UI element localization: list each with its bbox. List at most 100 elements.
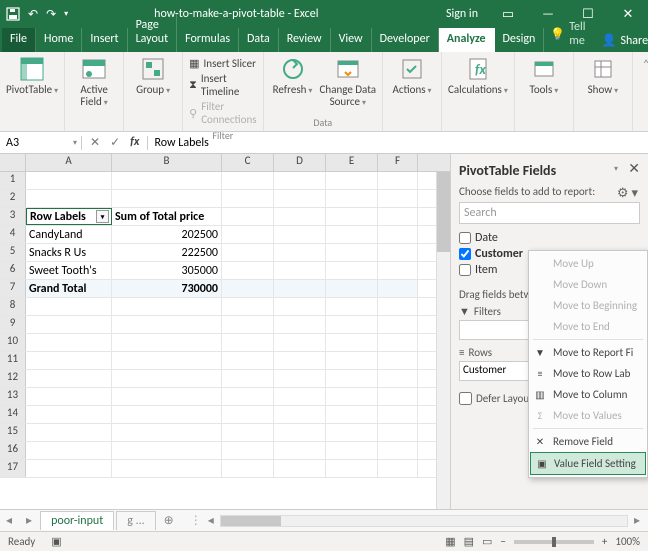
tools-button[interactable]: Tools: [521, 56, 567, 96]
scroll-left-icon[interactable]: ◂: [208, 513, 214, 528]
tab-insert[interactable]: Insert: [82, 28, 127, 52]
col-header-f[interactable]: F: [378, 154, 418, 171]
active-field-button[interactable]: Active Field: [71, 56, 117, 108]
tab-formulas[interactable]: Formulas: [177, 28, 239, 52]
filter-dropdown-icon[interactable]: ▾: [96, 210, 109, 223]
undo-icon[interactable]: ↶: [28, 7, 38, 22]
tab-review[interactable]: Review: [279, 28, 331, 52]
show-button[interactable]: Show: [580, 56, 626, 96]
redo-icon[interactable]: ↷: [46, 7, 56, 22]
sheet-tab[interactable]: g ...: [116, 511, 155, 530]
panel-caret-icon[interactable]: ▾: [614, 164, 618, 174]
zoom-level[interactable]: 100%: [615, 535, 640, 548]
tab-view[interactable]: View: [331, 28, 372, 52]
tellme[interactable]: 💡Tell me: [544, 16, 591, 52]
col-header-a[interactable]: A: [26, 154, 112, 171]
menu-move-down[interactable]: Move Down: [529, 274, 647, 295]
row-header[interactable]: 3: [0, 208, 26, 225]
zoom-slider[interactable]: [514, 540, 594, 544]
split-handle[interactable]: ⋮: [190, 513, 202, 528]
col-header-e[interactable]: E: [326, 154, 378, 171]
cell[interactable]: 305000: [112, 262, 222, 279]
lightbulb-icon: 💡: [550, 27, 565, 42]
cell[interactable]: CandyLand: [26, 226, 112, 243]
cell-sum-header[interactable]: Sum of Total price: [112, 208, 222, 225]
menu-move-beginning[interactable]: Move to Beginning: [529, 295, 647, 316]
signin-link[interactable]: Sign in: [436, 7, 488, 21]
row-header[interactable]: 1: [0, 172, 26, 189]
col-header-b[interactable]: B: [112, 154, 222, 171]
accept-formula-icon[interactable]: ✓: [110, 135, 120, 150]
cell[interactable]: 222500: [112, 244, 222, 261]
field-search-input[interactable]: Search: [459, 202, 640, 224]
menu-move-column-labels[interactable]: ▥Move to Column: [529, 384, 647, 405]
sheet-nav-prev[interactable]: ◂: [0, 513, 18, 528]
select-all-corner[interactable]: [0, 154, 26, 171]
tab-page-layout[interactable]: Page Layout: [128, 14, 178, 52]
cell[interactable]: Snacks R Us: [26, 244, 112, 261]
name-box[interactable]: A3▾: [0, 136, 82, 150]
row-header[interactable]: 7: [0, 280, 26, 297]
cell[interactable]: Sweet Tooth's: [26, 262, 112, 279]
qat-caret-icon[interactable]: ▾: [64, 9, 68, 19]
tab-developer[interactable]: Developer: [372, 28, 439, 52]
change-data-source-button[interactable]: Change Data Source: [320, 56, 377, 108]
tab-data[interactable]: Data: [239, 28, 279, 52]
macro-record-icon[interactable]: ▣: [51, 535, 61, 548]
menu-move-report-filter[interactable]: ▼Move to Report Fi: [529, 342, 647, 363]
close-panel-icon[interactable]: ✕: [628, 160, 640, 177]
insert-timeline-button[interactable]: ⧗Insert Timeline: [189, 71, 256, 99]
view-page-break-icon[interactable]: ▭: [482, 535, 492, 548]
col-header-c[interactable]: C: [222, 154, 274, 171]
formula-bar[interactable]: Row Labels: [147, 136, 648, 150]
col-header-d[interactable]: D: [274, 154, 326, 171]
group-button[interactable]: Group: [130, 56, 176, 96]
rows-icon: ≡: [459, 346, 464, 359]
fx-icon[interactable]: fx: [130, 135, 139, 150]
row-header[interactable]: 6: [0, 262, 26, 279]
save-icon[interactable]: [6, 7, 20, 21]
vertical-scrollbar[interactable]: [436, 172, 450, 509]
view-page-layout-icon[interactable]: ▤: [464, 535, 474, 548]
collapse-ribbon-icon[interactable]: ˄: [633, 52, 648, 131]
row-header[interactable]: 4: [0, 226, 26, 243]
menu-move-values[interactable]: ΣMove to Values: [529, 405, 647, 426]
view-normal-icon[interactable]: ▦: [445, 535, 455, 548]
sheet-tab[interactable]: poor-input: [40, 511, 114, 530]
actions-button[interactable]: Actions: [389, 56, 435, 96]
close-icon[interactable]: ✕: [608, 7, 648, 22]
horizontal-scrollbar[interactable]: [220, 515, 628, 527]
filter-icon: ▼: [459, 305, 470, 318]
cell[interactable]: 730000: [112, 280, 222, 297]
gear-icon[interactable]: ⚙ ▾: [617, 186, 638, 201]
cancel-formula-icon[interactable]: ✕: [90, 135, 100, 150]
tab-design[interactable]: Design: [495, 28, 545, 52]
cell-row-labels[interactable]: Row Labels▾: [26, 208, 112, 225]
tab-home[interactable]: Home: [36, 28, 82, 52]
field-date[interactable]: Date: [459, 230, 640, 246]
insert-slicer-button[interactable]: ▦Insert Slicer: [189, 56, 256, 71]
menu-value-field-settings[interactable]: ▣Value Field Setting: [530, 452, 646, 475]
zoom-out-icon[interactable]: −: [500, 535, 505, 548]
ribbon-options-icon[interactable]: ▭: [488, 7, 528, 22]
row-header[interactable]: 5: [0, 244, 26, 261]
tab-analyze[interactable]: Analyze: [439, 28, 495, 52]
calculations-button[interactable]: fx Calculations: [448, 56, 508, 96]
cell-grand-total[interactable]: Grand Total: [26, 280, 112, 297]
scroll-right-icon[interactable]: ▸: [634, 513, 640, 528]
tab-file[interactable]: File: [2, 28, 36, 52]
add-sheet-icon[interactable]: ⊕: [158, 513, 180, 528]
cell[interactable]: 202500: [112, 226, 222, 243]
refresh-button[interactable]: Refresh: [270, 56, 316, 108]
filter-connections-button[interactable]: ⚲Filter Connections: [189, 99, 256, 127]
share-button[interactable]: 👤Share: [592, 29, 648, 52]
zoom-in-icon[interactable]: +: [602, 535, 607, 548]
pivottable-button[interactable]: PivotTable: [6, 56, 58, 96]
menu-move-up[interactable]: Move Up: [529, 253, 647, 274]
timeline-icon: ⧗: [189, 78, 197, 92]
menu-remove-field[interactable]: ✕Remove Field: [529, 431, 647, 452]
menu-move-end[interactable]: Move to End: [529, 316, 647, 337]
sheet-nav-next[interactable]: ▸: [20, 513, 38, 528]
row-header[interactable]: 2: [0, 190, 26, 207]
menu-move-row-labels[interactable]: ≡Move to Row Lab: [529, 363, 647, 384]
